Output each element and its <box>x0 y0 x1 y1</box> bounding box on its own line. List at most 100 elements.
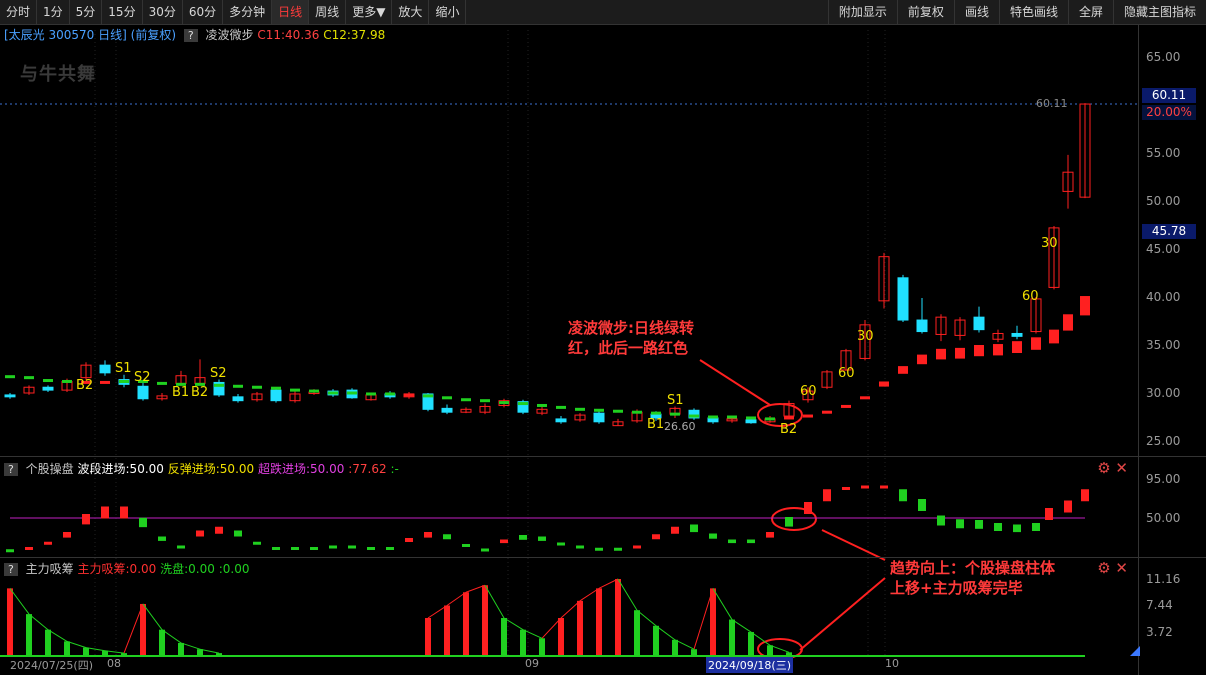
signal-label: 60 <box>1022 289 1039 304</box>
operation-bar <box>25 547 33 550</box>
x-date-cursor: 2024/09/18(三) <box>706 657 793 673</box>
panel3-axis-label: 11.16 <box>1146 572 1181 586</box>
lingbo-dash <box>366 392 376 396</box>
accumulation-bar <box>710 588 716 657</box>
panel2-l2: 反弹进场:50.00 <box>167 462 255 476</box>
price-tag-high: 60.11 <box>1142 88 1196 103</box>
panel2-help[interactable]: ? <box>4 463 18 476</box>
operation-bar <box>747 539 755 544</box>
candle-body <box>4 394 16 398</box>
lingbo-dash <box>290 388 300 392</box>
lingbo-dash <box>157 381 167 385</box>
gear-icon[interactable]: ⚙ <box>1097 459 1110 477</box>
panel2-l5: :- <box>390 462 399 476</box>
accumulation-bar <box>729 619 735 657</box>
operation-bar <box>804 502 812 514</box>
price-axis-label: 25.00 <box>1146 434 1181 448</box>
lingbo-dash <box>233 384 243 388</box>
lingbo-dash <box>499 401 509 405</box>
high-line-label: 60.11 <box>1036 97 1068 110</box>
lingbo-dash <box>385 392 395 396</box>
operation-bar <box>538 536 546 541</box>
lingbo-dash <box>518 402 528 406</box>
close-icon[interactable]: ✕ <box>1115 559 1128 577</box>
lingbo-bar <box>1063 314 1073 331</box>
panel2-l3: 超跌进场:50.00 <box>257 462 345 476</box>
operation-bar <box>842 487 850 490</box>
operation-bar <box>937 515 945 526</box>
operation-bar <box>709 533 717 539</box>
lingbo-bar <box>898 366 908 374</box>
lingbo-dash <box>556 405 566 409</box>
panel2-axis-label: 95.00 <box>1146 472 1181 486</box>
lingbo-dash <box>708 415 718 419</box>
operation-bar <box>994 523 1002 531</box>
price-axis-label: 50.00 <box>1146 194 1181 208</box>
lingbo-dash <box>841 404 851 408</box>
candle-body <box>137 385 149 400</box>
annotation-trend: 趋势向上：个股操盘柱体上移+主力吸筹完毕 <box>890 559 1056 597</box>
signal-label: 30 <box>1041 236 1058 251</box>
accumulation-bar <box>596 588 602 657</box>
panel-divider-1 <box>0 456 1206 457</box>
operation-bar <box>557 542 565 546</box>
operation-bar <box>500 539 508 544</box>
candle-body <box>555 418 567 423</box>
lingbo-dash <box>784 416 794 420</box>
axis-separator <box>1138 24 1139 675</box>
panel2-l4: :77.62 <box>348 462 387 476</box>
lingbo-dash <box>100 380 110 384</box>
lingbo-bar <box>955 347 965 359</box>
panel3-header: ? 主力吸筹 主力吸筹:0.00 洗盘:0.00 :0.00 <box>4 560 249 577</box>
candle-body <box>916 319 928 333</box>
accumulation-bar <box>444 605 450 657</box>
candle-body <box>441 407 453 413</box>
lingbo-dash <box>651 411 661 415</box>
lingbo-bar <box>1031 337 1041 350</box>
lingbo-dash <box>803 414 813 418</box>
accumulation-bar <box>159 629 165 657</box>
price-axis-label: 40.00 <box>1146 290 1181 304</box>
accumulation-bar <box>140 603 146 657</box>
candle-body <box>270 389 282 402</box>
operation-bar <box>1032 523 1040 531</box>
accumulation-bar <box>748 632 754 657</box>
x-date-start: 2024/07/25(四) <box>10 659 93 672</box>
operation-bar <box>405 538 413 542</box>
candle-body <box>707 417 719 423</box>
lingbo-bar <box>879 381 889 387</box>
signal-label: 60 <box>800 384 817 399</box>
lingbo-bar <box>974 345 984 357</box>
annotation-arrow <box>821 529 886 561</box>
panel2-tools: ⚙ ✕ <box>1097 459 1128 477</box>
panel3-l2: 洗盘:0.00 <box>160 562 215 576</box>
lingbo-dash <box>404 393 414 397</box>
accumulation-bar <box>558 618 564 657</box>
panel3-help[interactable]: ? <box>4 563 18 576</box>
lingbo-bar <box>1012 341 1022 353</box>
gear-icon[interactable]: ⚙ <box>1097 559 1110 577</box>
lingbo-dash <box>461 398 471 402</box>
operation-bar <box>329 545 337 549</box>
operation-bar <box>1081 489 1089 502</box>
operation-bar <box>139 517 147 528</box>
operation-bar <box>671 526 679 534</box>
price-axis-label: 30.00 <box>1146 386 1181 400</box>
panel3-axis-label: 3.72 <box>1146 625 1173 639</box>
operation-bar <box>690 524 698 533</box>
panel3-tools: ⚙ ✕ <box>1097 559 1128 577</box>
operation-bar <box>481 548 489 552</box>
signal-label: B1 <box>172 385 190 400</box>
operation-bar <box>177 545 185 549</box>
operation-bar <box>595 547 603 551</box>
accumulation-bar <box>482 585 488 657</box>
operation-bar <box>120 506 128 519</box>
panel3-l1: 主力吸筹:0.00 <box>77 562 157 576</box>
annotation-arrow <box>799 577 886 651</box>
close-icon[interactable]: ✕ <box>1115 459 1128 477</box>
panel3-axis-label: 7.44 <box>1146 598 1173 612</box>
accumulation-bar <box>539 638 545 657</box>
corner-resize-icon[interactable] <box>1130 646 1140 656</box>
signal-label: B2 <box>780 422 798 437</box>
price-mark-label: 26.60 <box>664 420 696 433</box>
